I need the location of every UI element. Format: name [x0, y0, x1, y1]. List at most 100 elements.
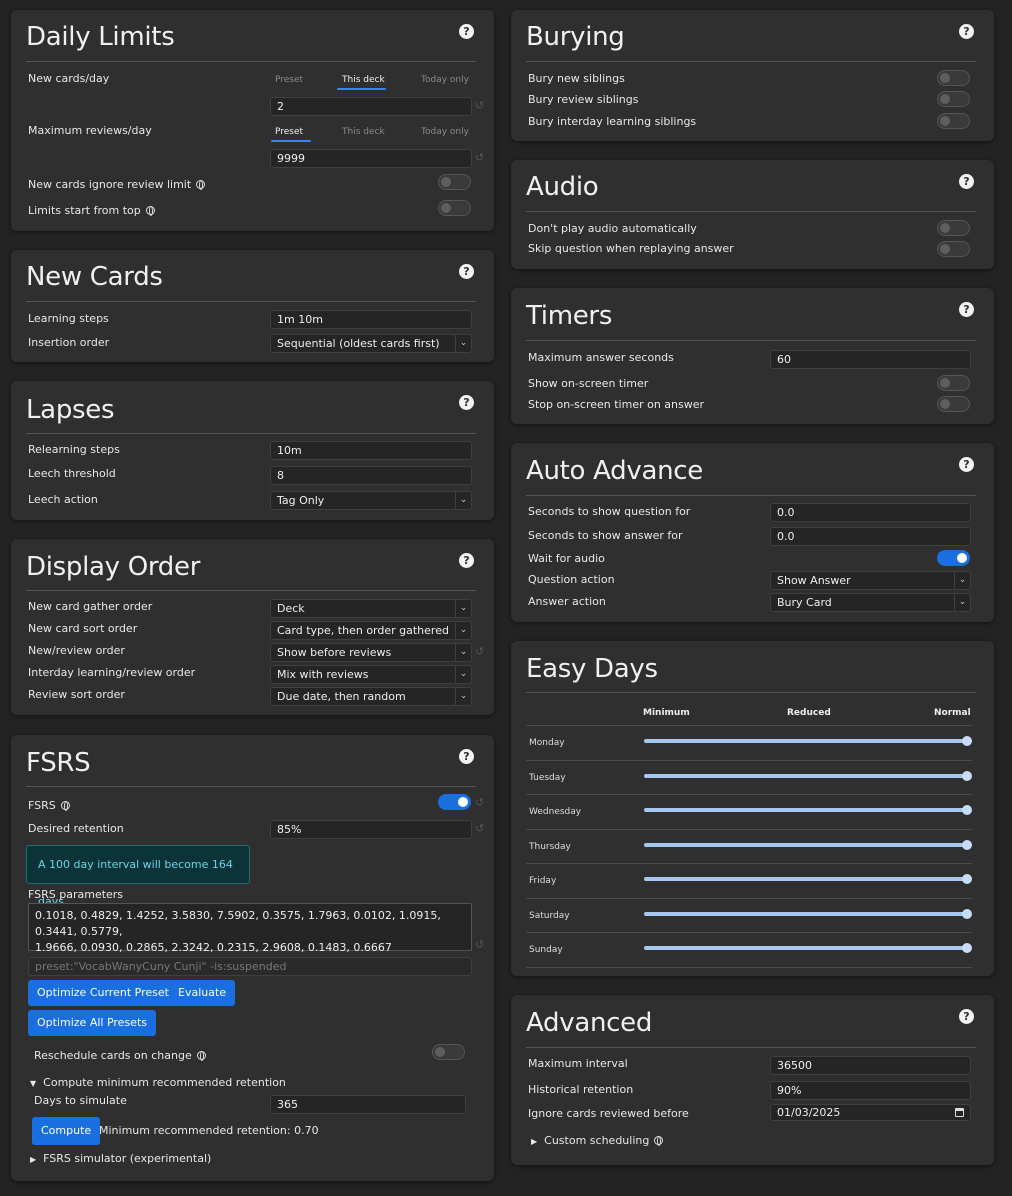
easy-day-label: Sunday [529, 945, 563, 955]
help-icon[interactable]: ? [459, 553, 474, 568]
question-seconds-input[interactable]: 0.0 [770, 503, 971, 522]
slider-thumb[interactable] [962, 943, 972, 953]
calendar-icon[interactable] [955, 1108, 964, 1117]
historical-retention-input[interactable]: 90% [770, 1081, 971, 1100]
question-action-select[interactable]: Show Answer ⌄ [770, 571, 971, 590]
revert-icon[interactable]: ↺ [475, 99, 484, 112]
ignore-review-limit-toggle[interactable] [438, 174, 471, 190]
review-sort-order-select[interactable]: Due date, then random ⌄ [270, 687, 472, 706]
help-icon[interactable]: ? [959, 1009, 974, 1024]
bury-interday-toggle[interactable] [937, 113, 970, 129]
bury-new-toggle[interactable] [937, 70, 970, 86]
slider-thumb[interactable] [962, 805, 972, 815]
compute-button[interactable]: Compute [32, 1117, 101, 1145]
evaluate-button[interactable]: Evaluate [169, 980, 236, 1006]
insertion-order-label: Insertion order [28, 336, 110, 349]
gather-order-select[interactable]: Deck ⌄ [270, 599, 472, 618]
insertion-order-select[interactable]: Sequential (oldest cards first) ⌄ [270, 334, 472, 353]
easy-day-slider[interactable] [644, 736, 972, 746]
slider-thumb[interactable] [962, 770, 972, 781]
simulator-disclosure[interactable]: ▶ FSRS simulator (experimental) [30, 1152, 211, 1165]
stop-timer-label: Stop on-screen timer on answer [528, 398, 705, 411]
help-icon[interactable]: ? [959, 302, 974, 317]
help-icon[interactable]: ? [959, 457, 974, 472]
preset-search-input[interactable]: preset:"VocabWanyCuny Cunji" -is:suspend… [28, 957, 472, 976]
limits-from-top-toggle[interactable] [438, 200, 471, 216]
no-autoplay-toggle[interactable] [937, 220, 970, 236]
wait-audio-toggle[interactable] [937, 550, 970, 566]
slider-thumb[interactable] [962, 874, 972, 884]
tab-preset[interactable]: Preset [275, 75, 303, 85]
new-cards-card: New Cards ? Learning steps 1m 10m Insert… [11, 250, 494, 362]
help-icon[interactable]: ? [459, 24, 474, 39]
revert-icon[interactable]: ↺ [475, 645, 484, 658]
fsrs-card: FSRS ? FSRS ↺ Desired retention 85% ↺ A … [11, 735, 494, 1181]
globe-icon [196, 1051, 206, 1061]
help-icon[interactable]: ? [459, 264, 474, 279]
limits-from-top-label: Limits start from top [28, 204, 155, 217]
reschedule-toggle[interactable] [432, 1044, 465, 1060]
fsrs-params-textarea[interactable]: 0.1018, 0.4829, 1.4252, 3.5830, 7.5902, … [28, 903, 472, 954]
tab-this-deck[interactable]: This deck [342, 127, 385, 137]
easy-day-slider[interactable] [644, 908, 972, 919]
revert-icon[interactable]: ↺ [475, 938, 484, 951]
ignore-before-value: 01/03/2025 [777, 1106, 841, 1119]
easy-day-slider[interactable] [644, 805, 972, 815]
revert-icon[interactable]: ↺ [475, 822, 484, 835]
learning-steps-input[interactable]: 1m 10m [270, 310, 472, 329]
bury-review-toggle[interactable] [937, 91, 970, 107]
revert-icon[interactable]: ↺ [475, 151, 484, 164]
leech-action-select[interactable]: Tag Only ⌄ [270, 491, 472, 510]
slider-thumb[interactable] [962, 908, 972, 919]
help-icon[interactable]: ? [959, 24, 974, 39]
divider [526, 211, 976, 212]
skip-question-label: Skip question when replaying answer [528, 242, 734, 255]
sort-order-select[interactable]: Card type, then order gathered ⌄ [270, 621, 472, 640]
easy-day-slider[interactable] [644, 874, 972, 884]
revert-icon[interactable]: ↺ [475, 796, 484, 809]
no-autoplay-label: Don't play audio automatically [528, 222, 697, 235]
tab-this-deck[interactable]: This deck [342, 75, 385, 85]
historical-retention-label: Historical retention [528, 1083, 634, 1096]
ignore-before-date-input[interactable]: 01/03/2025 [770, 1104, 971, 1121]
reschedule-label: Reschedule cards on change [34, 1049, 206, 1062]
days-to-simulate-input[interactable]: 365 [270, 1095, 466, 1114]
relearning-steps-input[interactable]: 10m [270, 441, 472, 460]
fsrs-toggle[interactable] [438, 794, 471, 810]
compute-min-disclosure[interactable]: ▼ Compute minimum recommended retention [30, 1076, 286, 1089]
help-icon[interactable]: ? [459, 749, 474, 764]
max-answer-input[interactable]: 60 [770, 350, 971, 369]
answer-action-select[interactable]: Bury Card ⌄ [770, 593, 971, 612]
tab-preset[interactable]: Preset [275, 127, 303, 137]
slider-thumb[interactable] [962, 736, 972, 746]
divider [26, 590, 476, 591]
answer-seconds-input[interactable]: 0.0 [770, 527, 971, 546]
desired-retention-input[interactable]: 85% [270, 820, 472, 839]
help-icon[interactable]: ? [459, 395, 474, 410]
new-cards-day-input[interactable]: 2 [270, 97, 472, 116]
tab-today-only[interactable]: Today only [421, 75, 469, 85]
optimize-current-button[interactable]: Optimize Current Preset [28, 980, 178, 1006]
help-icon[interactable]: ? [959, 174, 974, 189]
leech-threshold-input[interactable]: 8 [270, 466, 472, 485]
easy-day-slider[interactable] [644, 943, 972, 953]
interday-order-select[interactable]: Mix with reviews ⌄ [270, 665, 472, 684]
skip-question-toggle[interactable] [937, 241, 970, 257]
globe-icon [145, 206, 155, 216]
auto-advance-title: Auto Advance [526, 456, 703, 486]
new-review-order-select[interactable]: Show before reviews ⌄ [270, 643, 472, 662]
tab-today-only[interactable]: Today only [421, 127, 469, 137]
max-reviews-day-input[interactable]: 9999 [270, 149, 472, 168]
stop-timer-toggle[interactable] [937, 396, 970, 412]
easy-day-slider[interactable] [644, 770, 972, 781]
custom-scheduling-disclosure[interactable]: ▶ Custom scheduling [531, 1134, 664, 1147]
reschedule-text: Reschedule cards on change [34, 1049, 192, 1062]
easy-day-slider[interactable] [644, 839, 972, 850]
table-row-divider [526, 932, 972, 933]
optimize-all-button[interactable]: Optimize All Presets [28, 1010, 156, 1036]
show-timer-toggle[interactable] [937, 375, 970, 391]
slider-thumb[interactable] [962, 839, 972, 850]
interday-order-label: Interday learning/review order [28, 666, 196, 679]
new-review-order-label: New/review order [28, 644, 125, 657]
max-interval-input[interactable]: 36500 [770, 1056, 971, 1075]
